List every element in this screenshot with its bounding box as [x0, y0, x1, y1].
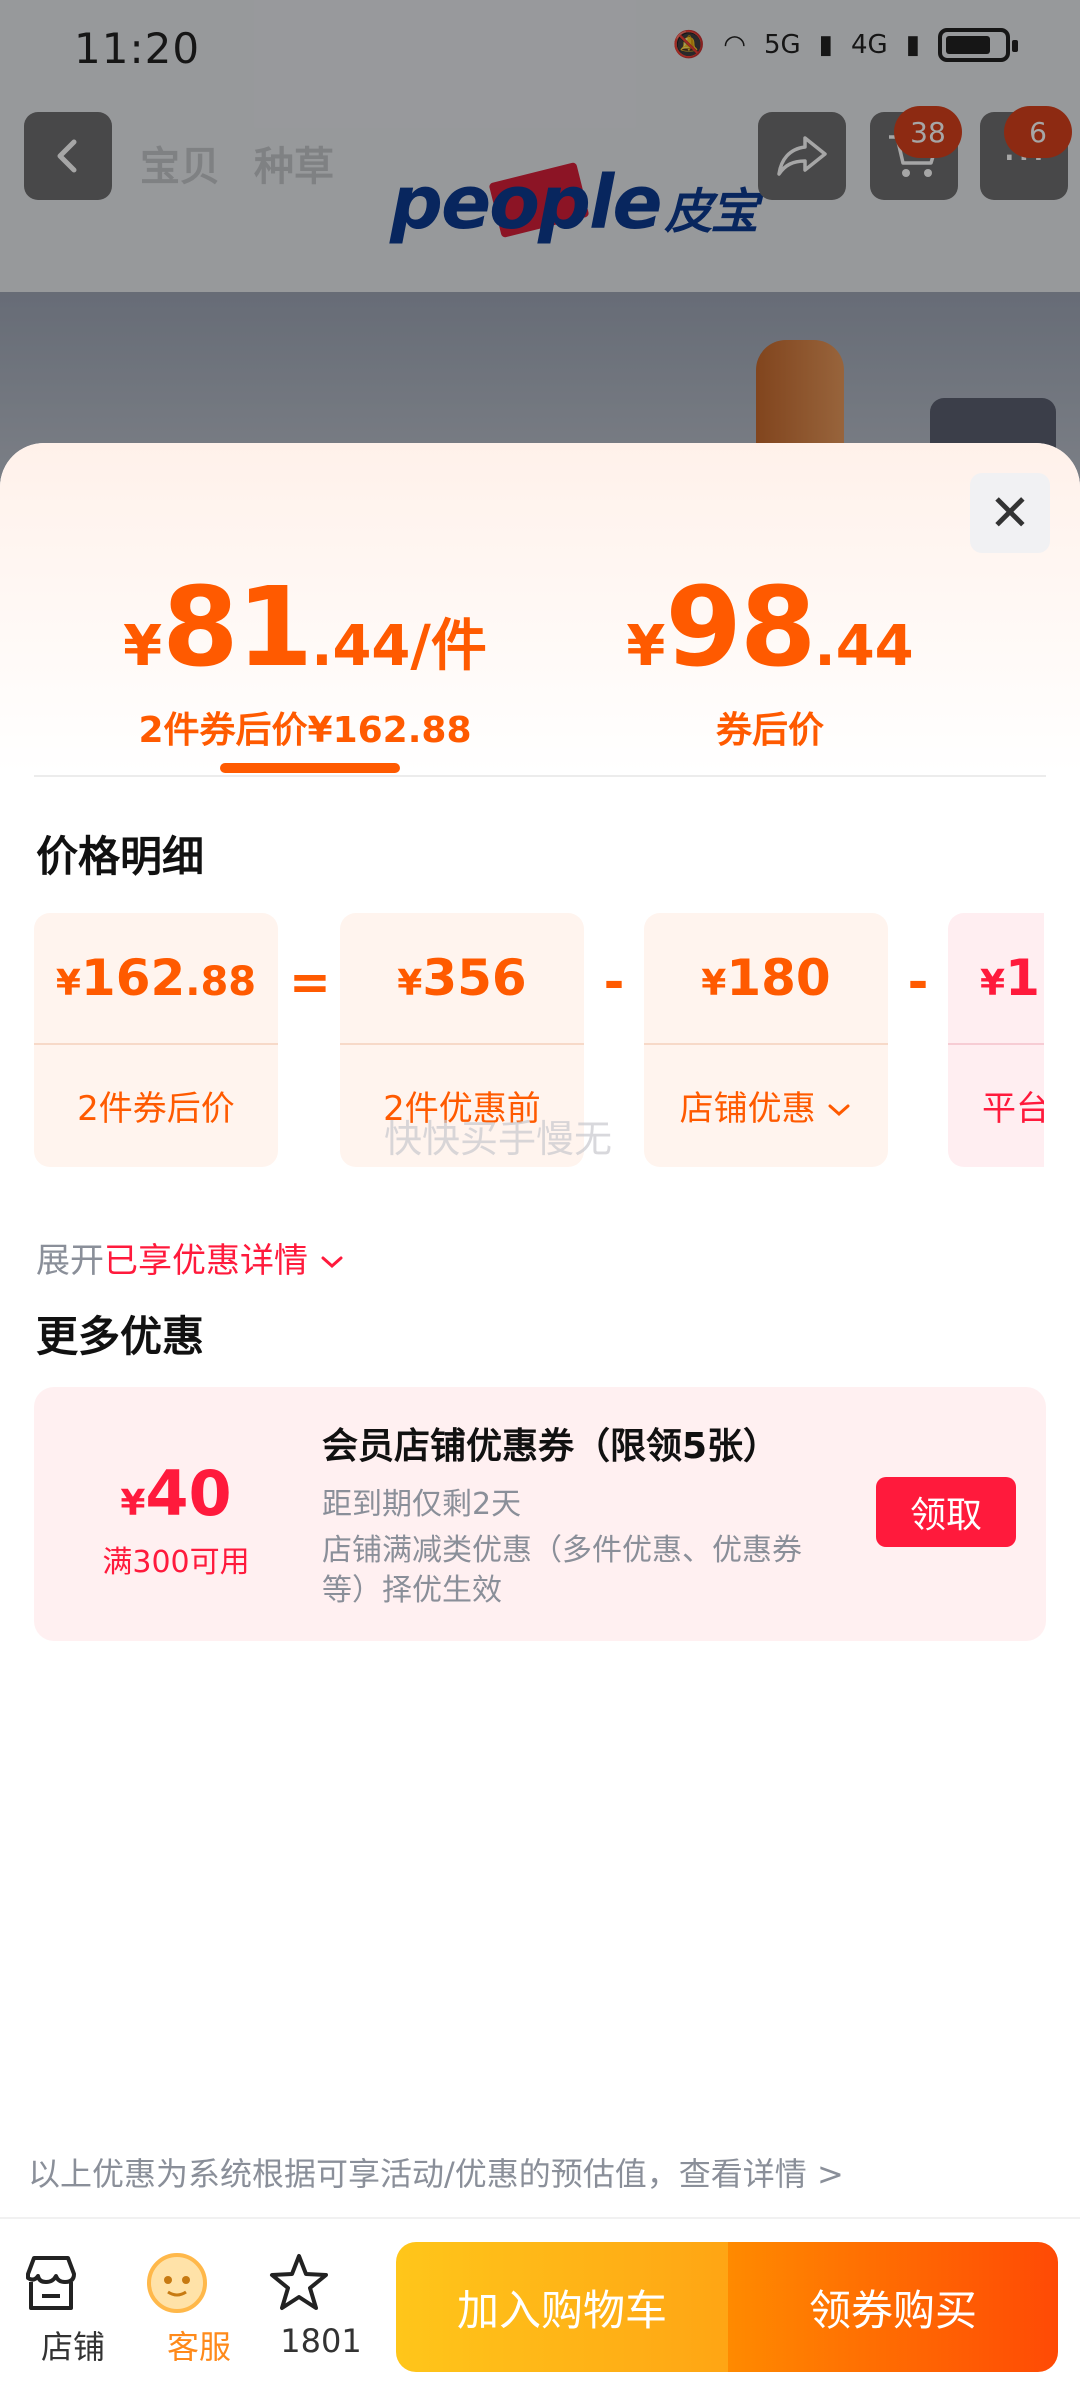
coupon-card: ¥40 满300可用 会员店铺优惠券（限领5张） 距到期仅剩2天 店铺满减类优惠…	[34, 1387, 1046, 1641]
multi-price-currency: ¥	[123, 614, 163, 679]
tab-divider	[34, 775, 1046, 777]
breakdown-integer: 356	[422, 949, 527, 1007]
dim-overlay[interactable]	[0, 0, 1080, 500]
star-icon	[270, 2254, 328, 2310]
coupon-expiry: 距到期仅剩2天	[322, 1487, 522, 1522]
equals-operator: =	[289, 953, 331, 1011]
tab-single-price[interactable]: ¥98.44 券后价	[560, 563, 980, 753]
breakdown-card-final: ¥162.88 2件券后价	[34, 913, 278, 1167]
breakdown-value: ¥1	[948, 949, 1044, 1007]
breakdown-value: ¥162.88	[34, 949, 278, 1007]
single-price-value: ¥98.44	[560, 563, 980, 691]
single-price-subtitle: 券后价	[715, 710, 824, 751]
coupon-description: 店铺满减类优惠（多件优惠、优惠券等）择优生效	[322, 1533, 802, 1608]
watermark-text: 快快买手慢无	[384, 1117, 613, 1161]
more-offers-title: 更多优惠	[36, 1312, 205, 1361]
multi-price-decimal: .44/件	[311, 614, 487, 679]
single-price-currency: ¥	[626, 614, 666, 679]
single-price-integer: 98	[665, 563, 816, 691]
favorite-button[interactable]: 1801	[266, 2250, 376, 2360]
breakdown-currency: ¥	[701, 963, 727, 1004]
price-detail-title: 价格明细	[36, 832, 205, 881]
breakdown-decimal: .88	[185, 959, 257, 1005]
claim-and-buy-button[interactable]: 领券购买	[728, 2242, 1058, 2372]
breakdown-integer: 1	[1005, 949, 1040, 1007]
breakdown-divider	[340, 1043, 584, 1045]
favorite-count: 1801	[280, 2322, 362, 2360]
coupon-amount: ¥40	[34, 1457, 318, 1530]
add-to-cart-button[interactable]: 加入购物车	[396, 2242, 728, 2372]
disclaimer-link[interactable]: 以上优惠为系统根据可享活动/优惠的预估值，查看详情 >	[28, 2149, 844, 2195]
footer-divider	[0, 2217, 1080, 2219]
multi-price-value: ¥81.44/件	[100, 563, 510, 691]
expand-highlight: 已享优惠详情	[104, 1241, 308, 1281]
chevron-down-icon	[828, 1104, 850, 1117]
breakdown-card-shop-discount[interactable]: ¥180 店铺优惠	[644, 913, 888, 1167]
breakdown-label: 店铺优惠	[679, 1089, 816, 1129]
multi-price-subtitle: 2件券后价¥162.88	[138, 710, 472, 751]
single-price-decimal: .44	[814, 614, 914, 679]
breakdown-card-platform-discount: ¥1 平台	[948, 913, 1044, 1167]
breakdown-divider	[34, 1043, 278, 1045]
minus-operator: -	[907, 953, 929, 1011]
coupon-title: 会员店铺优惠券（限领5张）	[322, 1426, 780, 1467]
breakdown-integer: 162	[80, 949, 186, 1007]
shop-icon	[26, 2256, 76, 2310]
price-detail-sheet: ✕ ¥81.44/件 2件券后价¥162.88 ¥98.44 券后价 价格明细 …	[0, 443, 1080, 2400]
multi-price-integer: 81	[162, 563, 313, 691]
breakdown-label: 2件券后价	[77, 1089, 235, 1129]
customer-service-button[interactable]: 客服	[144, 2250, 254, 2368]
service-label: 客服	[166, 2328, 231, 2366]
close-button[interactable]: ✕	[970, 473, 1050, 553]
tab-multi-price[interactable]: ¥81.44/件 2件券后价¥162.88	[100, 563, 510, 753]
coupon-currency: ¥	[120, 1483, 146, 1524]
breakdown-integer: 180	[726, 949, 831, 1007]
active-tab-indicator	[220, 763, 400, 773]
breakdown-value: ¥180	[644, 949, 888, 1007]
service-mascot-icon	[147, 2253, 207, 2313]
chevron-down-icon	[321, 1256, 343, 1269]
breakdown-value: ¥356	[340, 949, 584, 1007]
breakdown-currency: ¥	[55, 963, 81, 1004]
shop-button[interactable]: 店铺	[18, 2250, 128, 2368]
close-icon: ✕	[989, 484, 1031, 542]
breakdown-label: 平台	[982, 1089, 1044, 1129]
coupon-condition: 满300可用	[102, 1545, 250, 1580]
expand-discount-details-link[interactable]: 展开已享优惠详情	[36, 1233, 345, 1282]
expand-prefix: 展开	[36, 1241, 104, 1281]
bottom-action-bar: 店铺 客服 1801 加入购物车 领券购买	[0, 2220, 1080, 2400]
shop-label: 店铺	[40, 2328, 105, 2366]
breakdown-currency: ¥	[397, 963, 423, 1004]
breakdown-currency: ¥	[980, 963, 1006, 1004]
minus-operator: -	[603, 953, 625, 1011]
claim-coupon-button[interactable]: 领取	[876, 1477, 1016, 1547]
breakdown-divider	[644, 1043, 888, 1045]
breakdown-divider	[948, 1043, 1044, 1045]
coupon-value: 40	[145, 1457, 232, 1530]
breakdown-label-with-chevron: 店铺优惠	[644, 1081, 888, 1130]
